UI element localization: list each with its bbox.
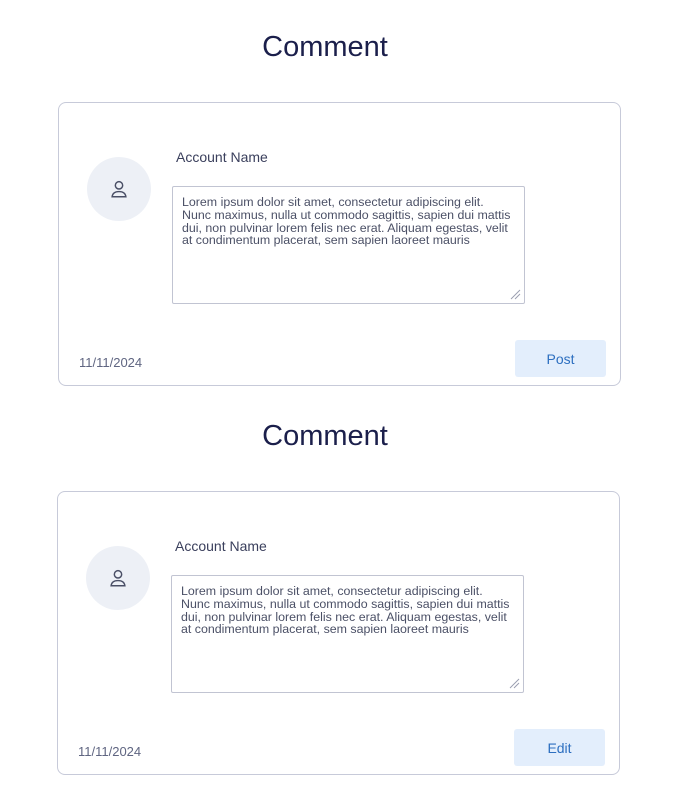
comment-date: 11/11/2024 — [79, 355, 143, 370]
avatar — [87, 157, 151, 221]
comment-card: Account Name Lorem ipsum dolor sit amet,… — [58, 102, 621, 386]
resize-grip-icon[interactable] — [510, 289, 521, 300]
avatar — [86, 546, 150, 610]
resize-grip-icon[interactable] — [509, 678, 520, 689]
edit-button[interactable]: Edit — [514, 729, 605, 766]
account-name: Account Name — [176, 149, 268, 165]
post-button[interactable]: Post — [515, 340, 606, 377]
account-name: Account Name — [175, 538, 267, 554]
comment-date: 11/11/2024 — [78, 744, 142, 759]
user-icon — [110, 569, 126, 587]
section-title: Comment — [262, 31, 388, 63]
comment-textarea[interactable]: Lorem ipsum dolor sit amet, consectetur … — [171, 575, 524, 693]
section-title: Comment — [262, 420, 388, 452]
user-icon — [111, 180, 127, 198]
comment-textarea[interactable]: Lorem ipsum dolor sit amet, consectetur … — [172, 186, 525, 304]
comment-card: Account Name Lorem ipsum dolor sit amet,… — [57, 491, 620, 775]
